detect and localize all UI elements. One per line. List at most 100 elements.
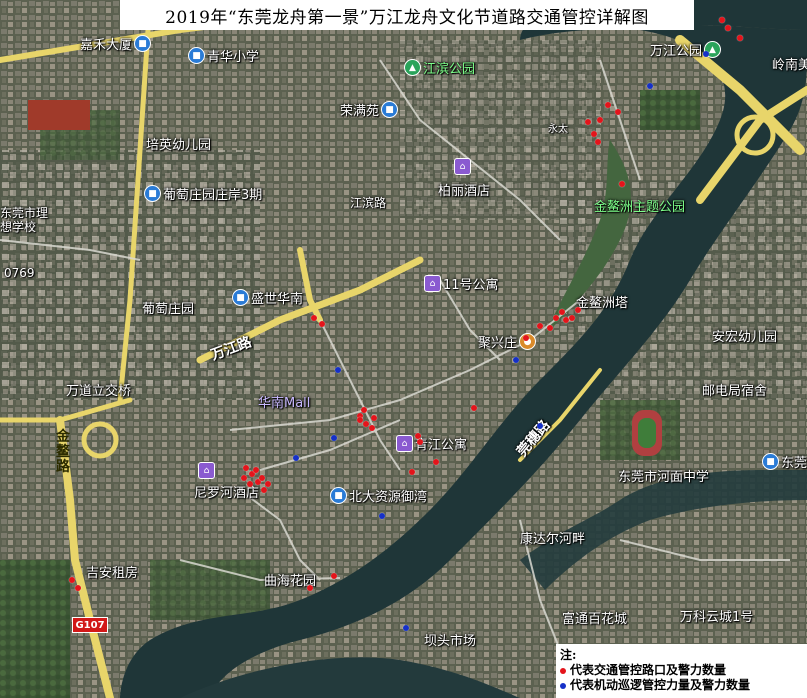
poi-label[interactable]: 葡萄庄园 (142, 298, 194, 317)
poi-label[interactable]: ⌂ 青江公寓 (396, 434, 467, 453)
poi-text: 万科云城1号 (680, 610, 754, 625)
poi-label[interactable]: 富通百花城 (562, 608, 627, 627)
poi-label[interactable]: 万道立交桥 (66, 380, 131, 399)
patrol-control-point-marker[interactable] (537, 423, 543, 429)
traffic-control-point-marker[interactable] (247, 481, 253, 487)
poi-label[interactable]: 吉安租房 (86, 562, 138, 581)
poi-text: 葡萄庄园庄岸3期 (163, 188, 263, 203)
traffic-control-point-marker[interactable] (737, 35, 743, 41)
poi-label[interactable]: ■ 盛世华南 (232, 288, 303, 307)
poi-label[interactable]: 华南Mall (258, 392, 310, 411)
traffic-control-point-marker[interactable] (585, 119, 591, 125)
traffic-control-point-marker[interactable] (597, 117, 603, 123)
traffic-control-point-marker[interactable] (547, 325, 553, 331)
traffic-control-point-marker[interactable] (523, 335, 529, 341)
poi-label[interactable]: 嘉禾大厦 ■ (80, 34, 152, 53)
traffic-control-point-marker[interactable] (537, 323, 543, 329)
traffic-control-point-marker[interactable] (369, 425, 375, 431)
patrol-control-point-marker[interactable] (379, 513, 385, 519)
patrol-control-point-marker[interactable] (647, 83, 653, 89)
map-title: 2019年“东莞龙舟第一景”万江龙舟文化节道路交通管控详解图 (120, 0, 694, 30)
poi-label[interactable]: 东莞市河面中学 (618, 466, 709, 485)
traffic-control-point-marker[interactable] (615, 109, 621, 115)
traffic-control-point-marker[interactable] (307, 585, 313, 591)
poi-text: 吉安租房 (86, 566, 139, 581)
traffic-control-point-marker[interactable] (591, 131, 597, 137)
poi-text: 坝头市场 (424, 634, 477, 649)
poi-text: 盛世华南 (251, 292, 304, 307)
poi-label[interactable]: 东莞市理想学校 (0, 206, 56, 234)
poi-label[interactable]: 金鳌洲主题公园 (594, 196, 685, 215)
poi-label[interactable]: ⌂ (454, 158, 471, 175)
poi-text: 聚兴庄 (478, 336, 518, 351)
poi-label[interactable]: 康达尔河畔 (520, 528, 585, 547)
traffic-control-point-marker[interactable] (241, 475, 247, 481)
traffic-control-point-marker[interactable] (311, 315, 317, 321)
poi-text: 东莞 (781, 456, 807, 471)
poi-label[interactable]: 安宏幼儿园 (712, 326, 777, 345)
poi-label[interactable]: ■ 北大资源御湾 (330, 486, 427, 505)
traffic-control-point-marker[interactable] (619, 181, 625, 187)
traffic-control-point-marker[interactable] (371, 415, 377, 421)
poi-label[interactable]: 万江公园 ▲ (650, 40, 722, 59)
map-canvas[interactable]: 2019年“东莞龙舟第一景”万江龙舟文化节道路交通管控详解图 嘉禾大厦 ■ ■ … (0, 0, 807, 698)
traffic-control-point-marker[interactable] (75, 585, 81, 591)
poi-text: 东莞市河面中学 (618, 470, 710, 485)
poi-label[interactable]: 江滨路 (350, 194, 386, 211)
traffic-control-point-marker[interactable] (261, 487, 267, 493)
poi-text: 金鳌洲塔 (576, 296, 629, 311)
school-icon: ■ (188, 47, 205, 64)
poi-label[interactable]: ■ 东莞 (762, 452, 807, 471)
traffic-control-point-marker[interactable] (471, 405, 477, 411)
traffic-control-point-marker[interactable] (361, 407, 367, 413)
poi-label[interactable]: 坝头市场 (424, 630, 476, 649)
traffic-control-point-marker[interactable] (265, 481, 271, 487)
traffic-control-point-marker[interactable] (417, 439, 423, 445)
poi-label[interactable]: 岭南美 (772, 54, 807, 73)
legend: 注: 代表交通管控路口及警力数量 代表机动巡逻管控力量及警力数量 (556, 644, 807, 698)
traffic-control-point-marker[interactable] (319, 321, 325, 327)
traffic-control-point-marker[interactable] (259, 475, 265, 481)
blue-dot-icon (560, 682, 566, 689)
traffic-control-point-marker[interactable] (595, 139, 601, 145)
traffic-control-point-marker[interactable] (433, 459, 439, 465)
highway-shield: G107 (72, 617, 108, 633)
poi-label[interactable]: 永太 (548, 120, 568, 135)
traffic-control-point-marker[interactable] (363, 421, 369, 427)
traffic-control-point-marker[interactable] (605, 102, 611, 108)
traffic-control-point-marker[interactable] (331, 573, 337, 579)
hotel-icon: ⌂ (396, 435, 413, 452)
traffic-control-point-marker[interactable] (575, 307, 581, 313)
park-icon: ▲ (404, 59, 421, 76)
poi-text: 江滨公园 (423, 62, 476, 77)
poi-label[interactable]: ⌂ (198, 462, 215, 479)
traffic-control-point-marker[interactable] (725, 25, 731, 31)
traffic-control-point-marker[interactable] (569, 315, 575, 321)
poi-label[interactable]: 柏丽酒店 (438, 180, 490, 199)
patrol-control-point-marker[interactable] (293, 455, 299, 461)
traffic-control-point-marker[interactable] (243, 465, 249, 471)
school-icon: ■ (330, 487, 347, 504)
traffic-control-point-marker[interactable] (409, 469, 415, 475)
poi-label[interactable]: ■ 青华小学 (188, 46, 259, 65)
traffic-control-point-marker[interactable] (253, 467, 259, 473)
patrol-control-point-marker[interactable] (331, 435, 337, 441)
patrol-control-point-marker[interactable] (403, 625, 409, 631)
poi-label[interactable]: 万科云城1号 (680, 606, 753, 625)
poi-label[interactable]: 培英幼儿园 (146, 134, 211, 153)
traffic-control-point-marker[interactable] (553, 315, 559, 321)
patrol-control-point-marker[interactable] (703, 51, 709, 57)
traffic-control-point-marker[interactable] (559, 309, 565, 315)
poi-text: 邮电局宿舍 (702, 384, 768, 399)
poi-label[interactable]: ⌂ 11号公寓 (424, 274, 499, 293)
poi-label[interactable]: ▲ 江滨公园 (404, 58, 475, 77)
traffic-control-point-marker[interactable] (719, 17, 725, 23)
patrol-control-point-marker[interactable] (335, 367, 341, 373)
traffic-control-point-marker[interactable] (357, 417, 363, 423)
poi-label[interactable]: 邮电局宿舍 (702, 380, 767, 399)
poi-label[interactable]: ■ 葡萄庄园庄岸3期 (144, 184, 262, 203)
poi-label[interactable]: 金鳌洲塔 (576, 292, 628, 311)
patrol-control-point-marker[interactable] (513, 357, 519, 363)
traffic-control-point-marker[interactable] (69, 577, 75, 583)
poi-label[interactable]: 荣满苑 ■ (340, 100, 399, 119)
